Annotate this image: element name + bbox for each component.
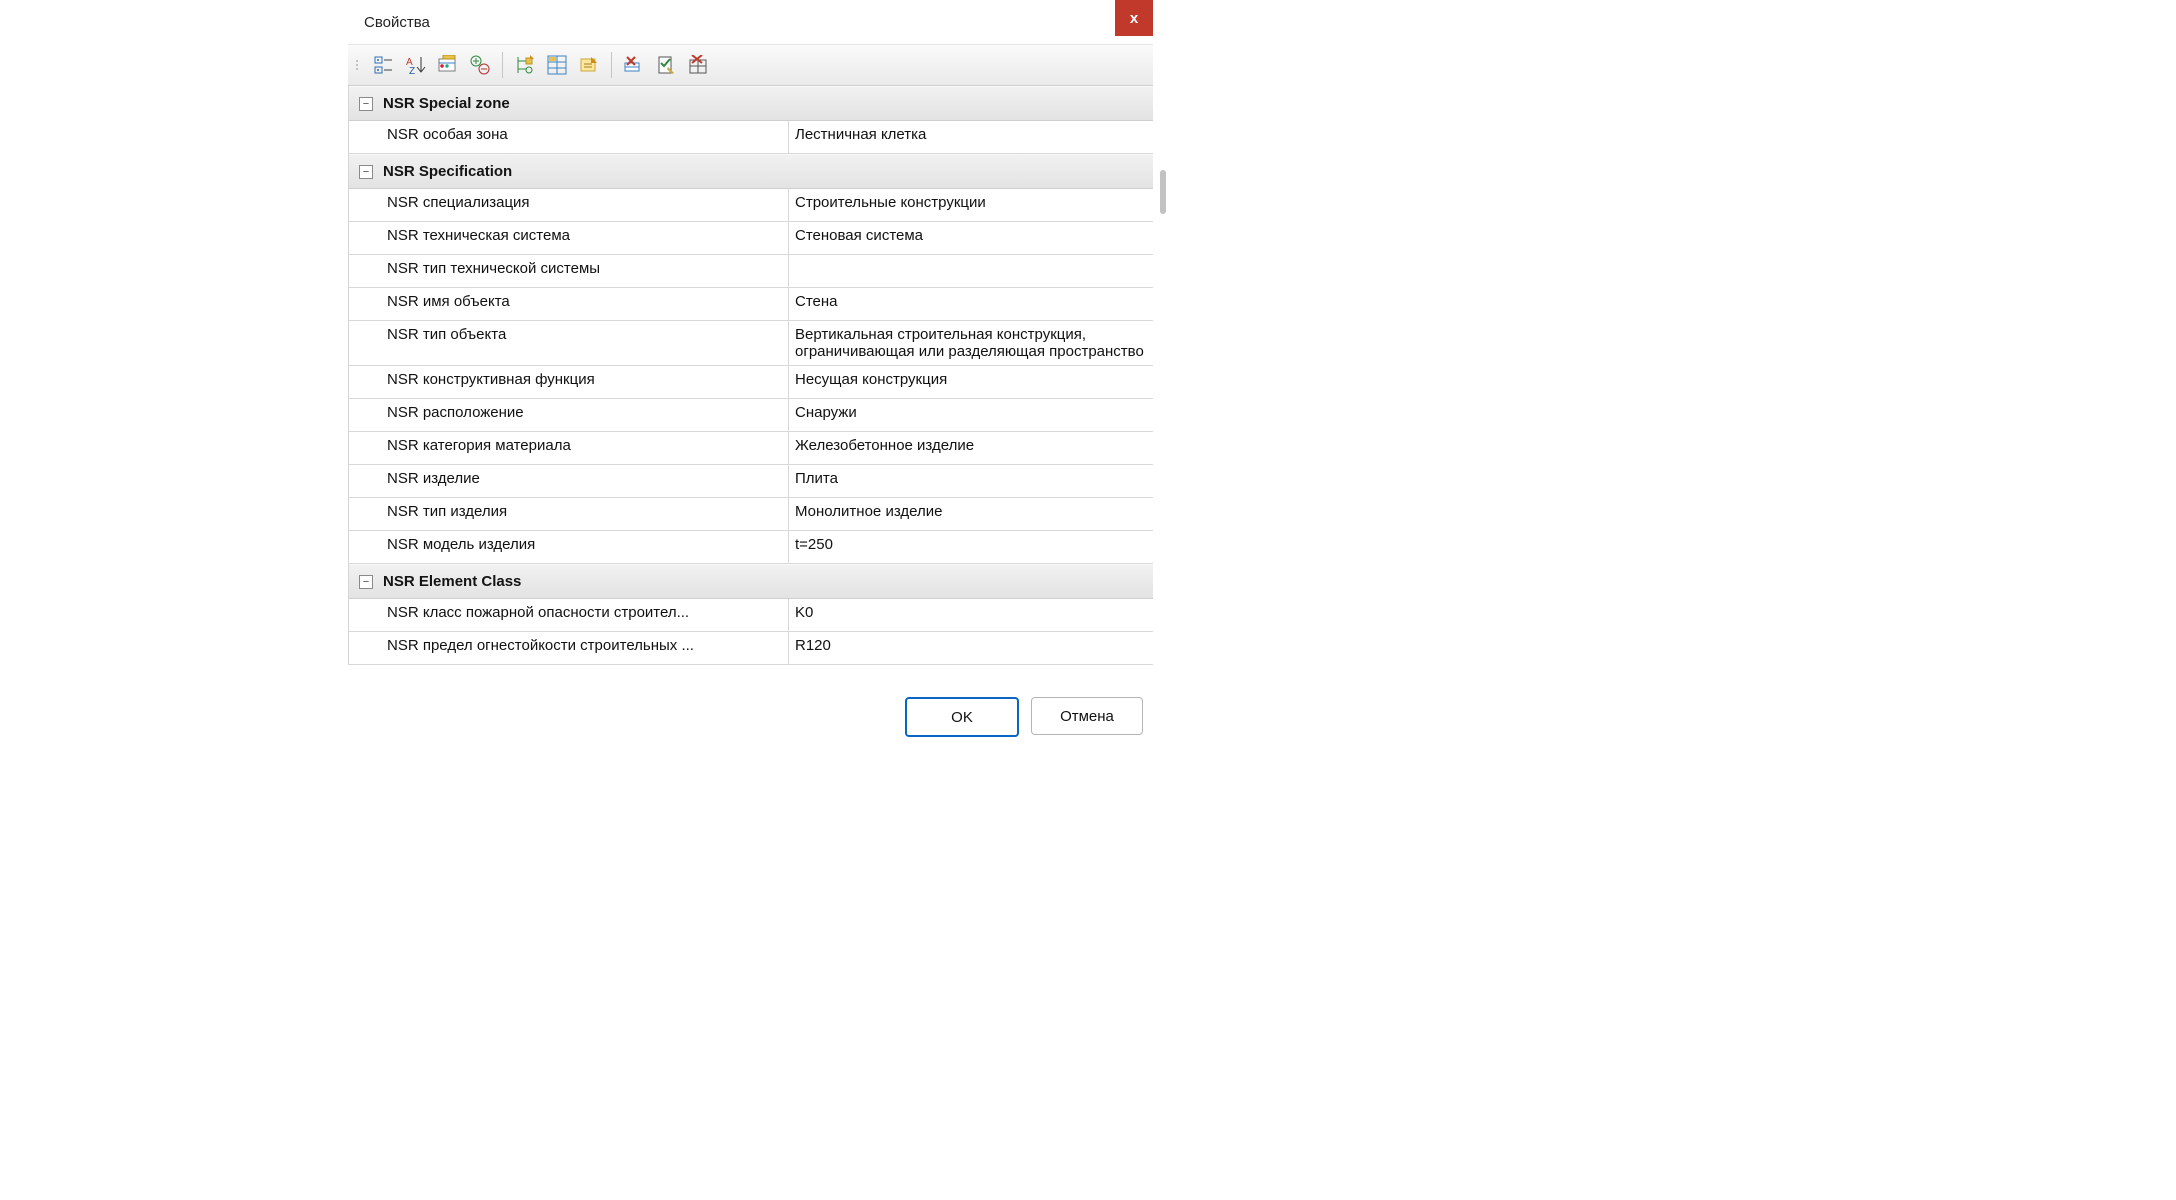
ok-button[interactable]: OK	[905, 697, 1019, 737]
property-label: NSR модель изделия	[349, 531, 789, 563]
collapse-toggle[interactable]: −	[349, 165, 383, 179]
cancel-label: Отмена	[1060, 708, 1114, 725]
edit-note-icon[interactable]	[577, 53, 601, 77]
property-row: NSR специализацияСтроительные конструкци…	[349, 189, 1153, 222]
property-row: NSR категория материалаЖелезобетонное из…	[349, 432, 1153, 465]
property-row: NSR конструктивная функцияНесущая констр…	[349, 366, 1153, 399]
property-label: NSR изделие	[349, 465, 789, 497]
remove-prop-icon[interactable]	[622, 53, 646, 77]
delete-grid-icon[interactable]	[686, 53, 710, 77]
scrollbar-thumb[interactable]	[1160, 170, 1166, 214]
property-row: NSR тип технической системы	[349, 255, 1153, 288]
property-value[interactable]: Строительные конструкции	[789, 189, 1153, 221]
property-row: NSR тип изделияМонолитное изделие	[349, 498, 1153, 531]
toolbar-separator	[502, 52, 503, 78]
audit-prop-icon[interactable]	[654, 53, 678, 77]
property-label: NSR особая зона	[349, 121, 789, 153]
category-row: −NSR Specification	[349, 154, 1153, 189]
properties-dialog: Свойства x AZ	[348, 0, 1153, 737]
property-label: NSR тип технической системы	[349, 255, 789, 287]
plus-minus-icon[interactable]	[468, 53, 492, 77]
property-value[interactable]: Стеновая система	[789, 222, 1153, 254]
property-row: NSR тип объектаВертикальная строительная…	[349, 321, 1153, 366]
property-value[interactable]: Плита	[789, 465, 1153, 497]
property-value[interactable]: Вертикальная строительная конструкция, о…	[789, 321, 1153, 365]
toolbar-grip	[356, 53, 362, 77]
property-value[interactable]: Лестничная клетка	[789, 121, 1153, 153]
property-value[interactable]: Монолитное изделие	[789, 498, 1153, 530]
property-value[interactable]: t=250	[789, 531, 1153, 563]
tree-filter-icon[interactable]	[513, 53, 537, 77]
category-name: NSR Special zone	[383, 95, 510, 112]
dialog-title: Свойства	[348, 14, 430, 31]
property-row: NSR расположениеСнаружи	[349, 399, 1153, 432]
category-row: −NSR Element Class	[349, 564, 1153, 599]
property-row: NSR изделиеПлита	[349, 465, 1153, 498]
ok-label: OK	[951, 709, 973, 726]
property-label: NSR тип объекта	[349, 321, 789, 365]
property-value[interactable]	[789, 255, 1153, 287]
property-label: NSR специализация	[349, 189, 789, 221]
property-label: NSR категория материала	[349, 432, 789, 464]
alpha-sort-icon[interactable]: AZ	[404, 53, 428, 77]
dialog-footer: OK Отмена	[348, 665, 1153, 737]
property-label: NSR тип изделия	[349, 498, 789, 530]
property-label: NSR конструктивная функция	[349, 366, 789, 398]
property-row: NSR особая зонаЛестничная клетка	[349, 121, 1153, 154]
category-name: NSR Specification	[383, 163, 512, 180]
category-row: −NSR Special zone	[349, 86, 1153, 121]
property-grid: −NSR Special zoneNSR особая зонаЛестничн…	[348, 86, 1153, 665]
property-value[interactable]: Снаружи	[789, 399, 1153, 431]
property-row: NSR класс пожарной опасности строител...…	[349, 599, 1153, 632]
property-value[interactable]: K0	[789, 599, 1153, 631]
svg-text:Z: Z	[409, 66, 415, 75]
close-button[interactable]: x	[1115, 0, 1153, 36]
property-pages-icon[interactable]	[436, 53, 460, 77]
property-value[interactable]: Несущая конструкция	[789, 366, 1153, 398]
property-label: NSR имя объекта	[349, 288, 789, 320]
cancel-button[interactable]: Отмена	[1031, 697, 1143, 735]
property-row: NSR имя объектаСтена	[349, 288, 1153, 321]
property-value[interactable]: R120	[789, 632, 1153, 664]
property-value[interactable]: Стена	[789, 288, 1153, 320]
categorized-icon[interactable]	[372, 53, 396, 77]
collapse-toggle[interactable]: −	[349, 97, 383, 111]
category-name: NSR Element Class	[383, 573, 521, 590]
close-icon: x	[1130, 10, 1138, 27]
collapse-toggle[interactable]: −	[349, 575, 383, 589]
toolbar-separator	[611, 52, 612, 78]
property-label: NSR техническая система	[349, 222, 789, 254]
property-row: NSR модель изделияt=250	[349, 531, 1153, 564]
property-label: NSR расположение	[349, 399, 789, 431]
property-row: NSR предел огнестойкости строительных ..…	[349, 632, 1153, 665]
toolbar: AZ	[348, 44, 1153, 86]
grid-props-icon[interactable]	[545, 53, 569, 77]
titlebar: Свойства x	[348, 0, 1153, 44]
property-label: NSR предел огнестойкости строительных ..…	[349, 632, 789, 664]
property-row: NSR техническая системаСтеновая система	[349, 222, 1153, 255]
property-label: NSR класс пожарной опасности строител...	[349, 599, 789, 631]
property-value[interactable]: Железобетонное изделие	[789, 432, 1153, 464]
